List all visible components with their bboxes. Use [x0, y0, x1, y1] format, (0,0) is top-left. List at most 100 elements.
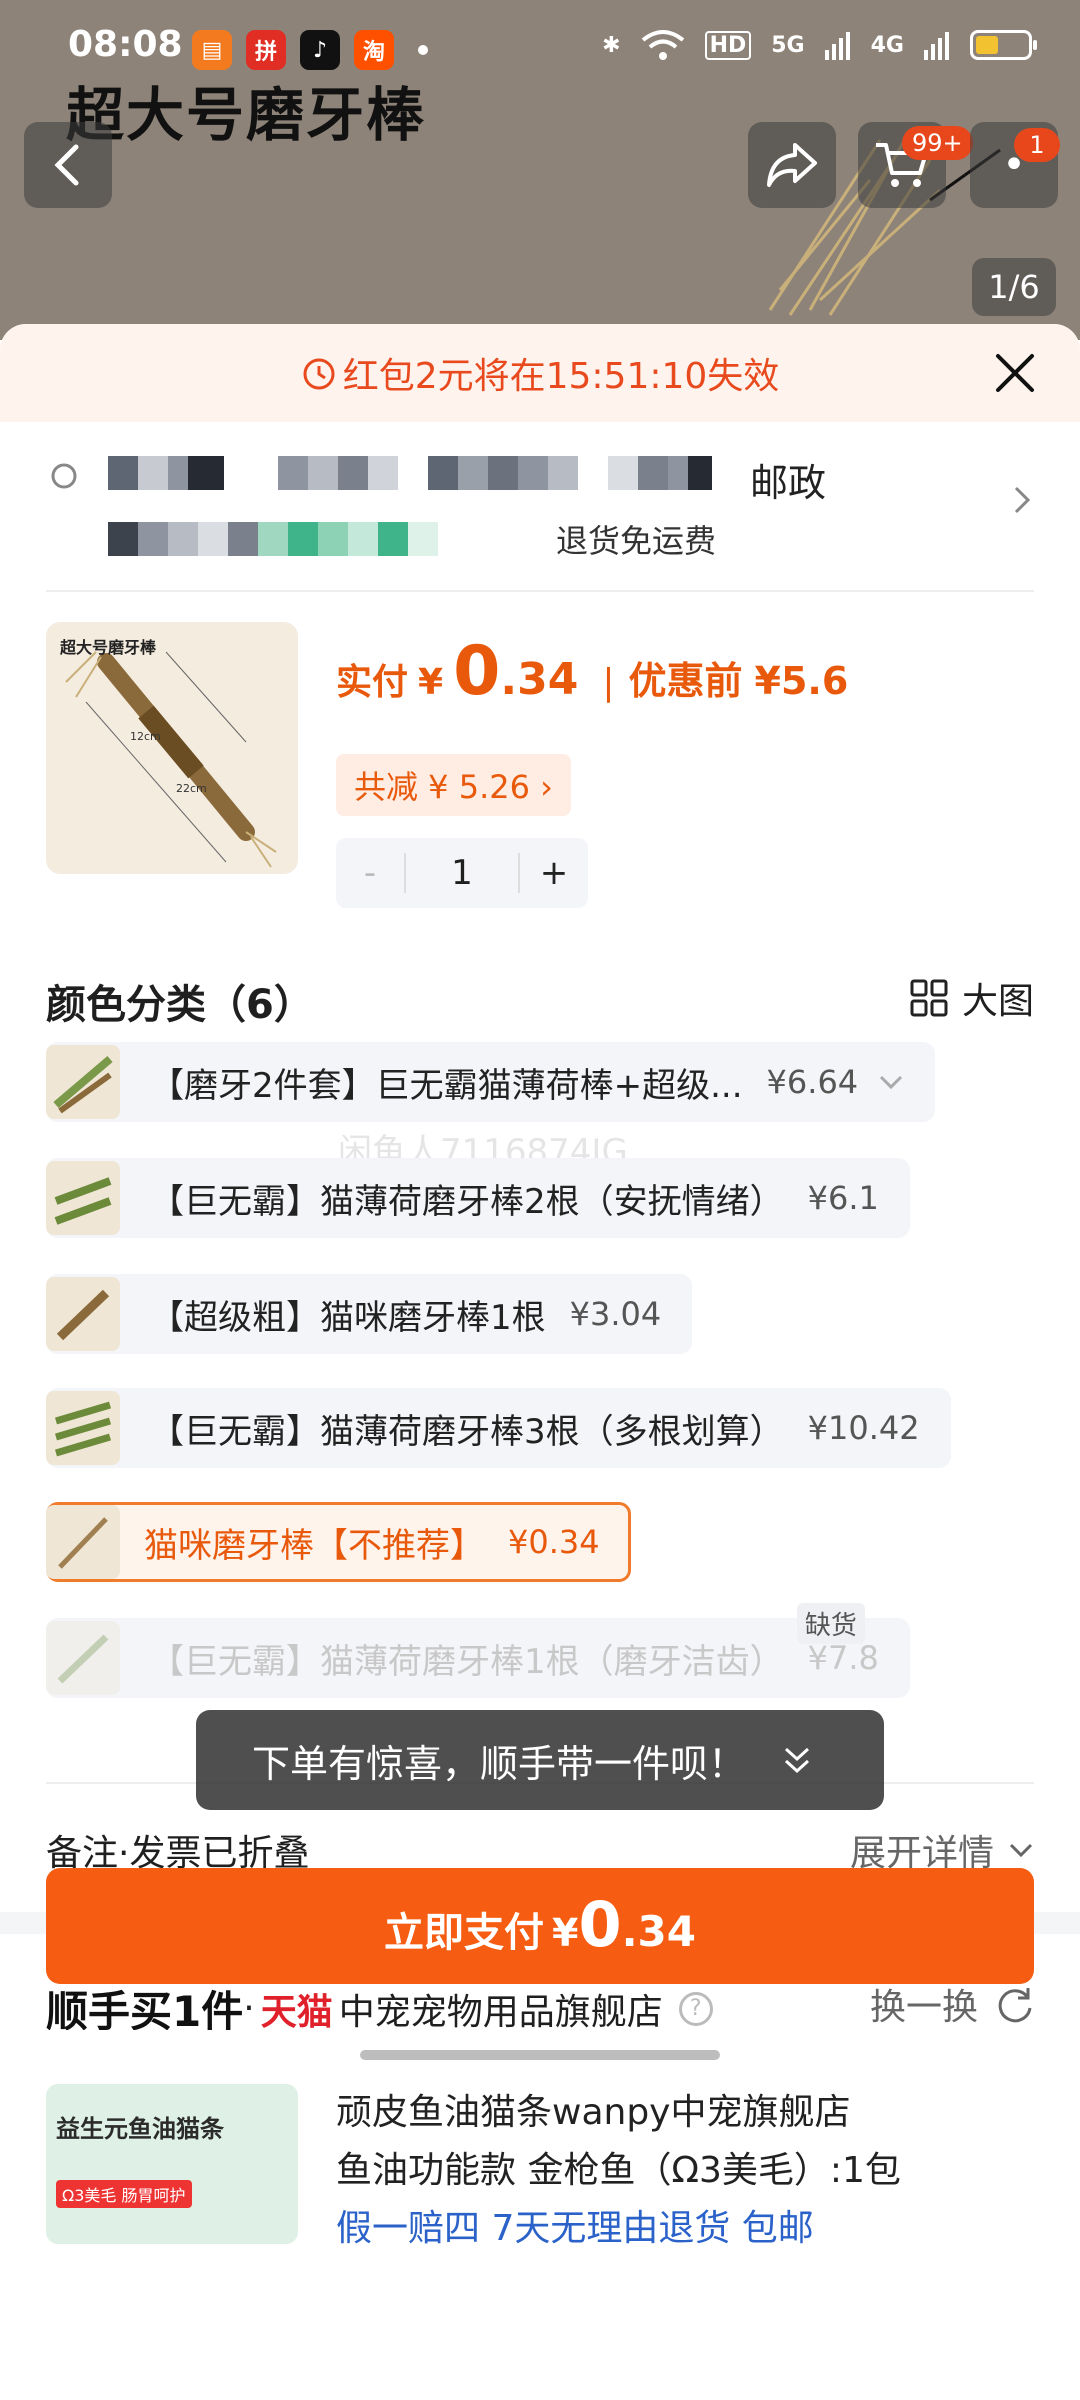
address-redacted-line1 — [108, 456, 712, 490]
variant-label: 【巨无霸】猫薄荷磨牙棒3根（多根划算） — [150, 1411, 784, 1452]
chevron-right-icon — [1014, 486, 1031, 514]
variant-price: ¥6.64 — [766, 1063, 859, 1101]
address-line2-text: 退货免运费 — [556, 522, 717, 560]
pinduoduo-app-icon: 拼 — [246, 30, 286, 70]
swap-button[interactable]: 换一换 — [870, 1978, 1034, 2030]
product-summary: 超大号磨牙棒 12cm 22cm 实付 ¥ 0 .34 | 优惠前 ¥5.6 共… — [46, 592, 1034, 922]
grid-icon — [910, 979, 948, 1017]
location-icon — [51, 463, 77, 489]
price-row: 实付 ¥ 0 .34 | 优惠前 ¥5.6 — [336, 632, 848, 711]
variant-option-3[interactable]: 【超级粗】猫咪磨牙棒1根 ¥3.04 — [46, 1274, 693, 1354]
home-indicator[interactable] — [360, 2050, 720, 2060]
variant-price: ¥0.34 — [508, 1523, 600, 1561]
variants-title: 颜色分类（6） — [46, 982, 314, 1028]
variant-price: ¥10.42 — [807, 1409, 920, 1447]
price-decimal: .34 — [500, 654, 579, 705]
quantity-minus-button[interactable]: - — [336, 853, 404, 893]
variant-label: 猫咪磨牙棒【不推荐】 — [144, 1525, 484, 1566]
variant-thumbnail — [46, 1045, 120, 1119]
double-chevron-down-icon — [785, 1747, 810, 1774]
variant-thumbnail — [46, 1391, 120, 1465]
variant-thumbnail — [46, 1621, 120, 1695]
order-sheet: 红包2元将在15:51:10失效 邮政 退货免运费 超大号磨牙棒 12cm 22… — [0, 324, 1080, 2400]
variants-header: 颜色分类（6） 大图 — [46, 922, 1034, 1032]
more-button[interactable]: • 1 — [970, 122, 1060, 208]
variant-label: 【超级粗】猫咪磨牙棒1根 — [150, 1297, 546, 1338]
cart-button[interactable]: 99+ — [858, 122, 973, 208]
refresh-icon — [998, 1988, 1032, 2023]
tmall-logo-text: 天猫 — [260, 1991, 333, 2033]
chevron-down-icon[interactable] — [878, 1073, 904, 1091]
pay-button-currency: ¥ — [552, 1911, 579, 1955]
addon-store-name: 中宠宠物用品旗舰店 — [338, 1991, 663, 2033]
addon-image-tag: Ω3美毛 肠胃呵护 — [56, 2180, 192, 2208]
network-4g: 4G — [870, 32, 904, 58]
status-time: 08:08 — [68, 24, 183, 65]
before-discount-label: 优惠前 — [628, 659, 743, 703]
close-icon[interactable] — [992, 350, 1038, 396]
big-picture-toggle[interactable]: 大图 — [910, 972, 1034, 1024]
image-page-indicator: 1/6 — [972, 258, 1056, 316]
variant-option-5-selected[interactable]: 猫咪磨牙棒【不推荐】 ¥0.34 — [46, 1502, 631, 1582]
price-currency: ¥ — [418, 662, 444, 703]
swap-label: 换一换 — [869, 1987, 978, 2028]
variant-price: ¥7.8 — [807, 1639, 879, 1677]
variant-thumbnail — [46, 1505, 120, 1579]
product-thumbnail[interactable]: 超大号磨牙棒 12cm 22cm — [46, 622, 298, 874]
coupon-expiry-bar: 红包2元将在15:51:10失效 — [0, 324, 1080, 422]
pay-button-integer: 0 — [578, 1888, 622, 1961]
addon-desc-line2: 鱼油功能款 金枪鱼（Ω3美毛）:1包 — [336, 2150, 901, 2191]
signal-icon — [824, 32, 850, 60]
variant-option-6-out-of-stock: 【巨无霸】猫薄荷磨牙棒1根（磨牙洁齿） ¥7.8 缺货 — [46, 1603, 910, 1698]
addon-image-label: 益生元鱼油猫条 — [56, 2115, 224, 2143]
cart-badge: 99+ — [902, 126, 973, 160]
pay-label: 实付 — [336, 662, 409, 703]
variant-option-2[interactable]: 【巨无霸】猫薄荷磨牙棒2根（安抚情绪） ¥6.1 — [46, 1158, 910, 1238]
thumbnail-title: 超大号磨牙棒 — [60, 638, 157, 657]
variant-thumbnail — [46, 1277, 120, 1351]
price-integer: 0 — [453, 632, 501, 711]
variant-option-1[interactable]: 【磨牙2件套】巨无霸猫薄荷棒+超级... ¥6.64 — [46, 1042, 936, 1122]
more-badge: 1 — [1014, 128, 1060, 162]
thumbnail-stick-drawing: 12cm 22cm — [65, 651, 277, 868]
before-discount-price: ¥5.6 — [754, 659, 849, 703]
addon-desc-line3: 假一赔四 7天无理由退货 包邮 — [336, 2208, 814, 2249]
taobao-app-icon: 淘 — [354, 30, 394, 70]
thumbnail-dim-22cm: 22cm — [176, 782, 207, 795]
pay-button-label: 立即支付 — [384, 1910, 544, 1956]
back-button[interactable] — [24, 122, 112, 208]
help-icon[interactable]: ? — [678, 1991, 713, 2026]
quantity-plus-button[interactable]: + — [520, 853, 588, 893]
variant-option-4[interactable]: 【巨无霸】猫薄荷磨牙棒3根（多根划算） ¥10.42 — [46, 1388, 951, 1468]
bluetooth-icon: ✱ — [602, 32, 621, 58]
addon-description[interactable]: 顽皮鱼油猫条wanpy中宠旗舰店 鱼油功能款 金枪鱼（Ω3美毛）:1包 假一赔四… — [336, 2084, 901, 2258]
status-app-icons: ▤ 拼 ♪ 淘 — [192, 30, 428, 70]
share-button[interactable] — [748, 122, 836, 208]
signal-icon-2 — [924, 32, 949, 60]
chevron-left-icon — [54, 144, 79, 186]
timer-icon — [303, 358, 335, 390]
chevron-down-icon — [1009, 1843, 1033, 1858]
share-icon — [767, 143, 817, 187]
hd-indicator: HD — [704, 30, 752, 60]
status-bar: 08:08 ▤ 拼 ♪ 淘 ✱ HD 5G 4G — [0, 0, 1080, 98]
network-5g: 5G — [771, 32, 805, 58]
wifi-icon — [641, 30, 684, 60]
quantity-stepper: - 1 + — [336, 838, 588, 908]
pay-now-button[interactable]: 立即支付 ¥ 0 .34 — [46, 1868, 1034, 1984]
addon-product-image[interactable]: 益生元鱼油猫条 Ω3美毛 肠胃呵护 — [46, 2084, 298, 2244]
discount-detail-chip[interactable]: 共减 ¥ 5.26 › — [336, 754, 571, 816]
quantity-value[interactable]: 1 — [404, 853, 520, 893]
variant-list: 【磨牙2件套】巨无霸猫薄荷棒+超级... ¥6.64 闲鱼人7116874JG … — [46, 1032, 1034, 1752]
address-redacted-line2 — [108, 522, 508, 556]
variant-label: 【巨无霸】猫薄荷磨牙棒2根（安抚情绪） — [150, 1181, 784, 1222]
battery-icon — [970, 30, 1037, 60]
address-line1-text: 邮政 — [750, 461, 827, 505]
variant-label: 【巨无霸】猫薄荷磨牙棒1根（磨牙洁齿） — [150, 1641, 784, 1682]
toast-text: 下单有惊喜，顺手带一件呗！ — [252, 1741, 747, 1786]
variant-thumbnail — [46, 1161, 120, 1235]
addon-dot: · — [243, 1988, 255, 2029]
address-section[interactable]: 邮政 退货免运费 — [46, 422, 1034, 592]
promo-toast[interactable]: 下单有惊喜，顺手带一件呗！ — [196, 1710, 884, 1810]
status-indicators: ✱ HD 5G 4G — [602, 28, 1037, 62]
